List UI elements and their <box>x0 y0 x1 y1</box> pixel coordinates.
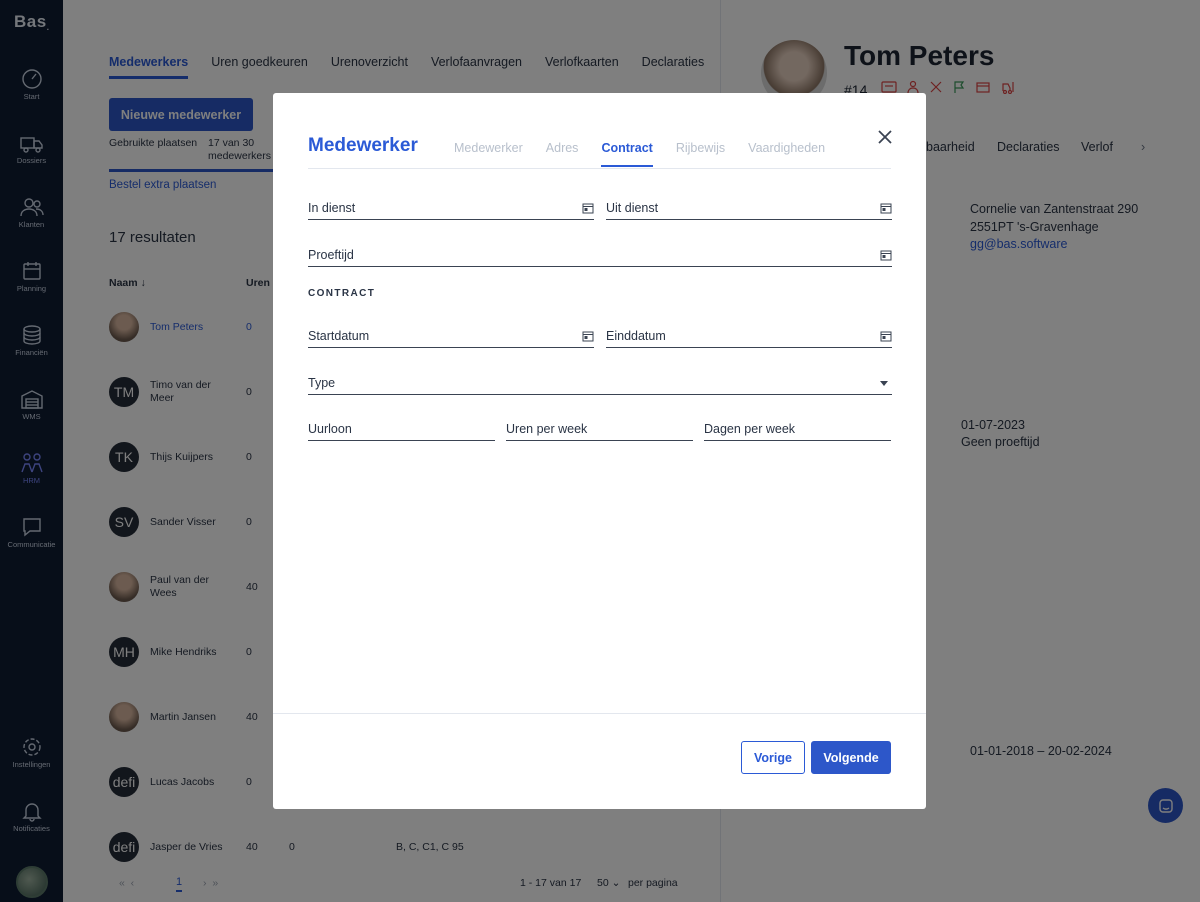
calendar-icon[interactable] <box>582 202 594 214</box>
calendar-icon[interactable] <box>582 330 594 342</box>
modal-tab-adres[interactable]: Adres <box>546 141 579 167</box>
uren-per-week-field[interactable]: Uren per week <box>506 419 693 441</box>
uit-dienst-field[interactable]: Uit dienst <box>606 198 892 220</box>
field-label: Einddatum <box>606 329 666 343</box>
caret-down-icon <box>880 381 888 386</box>
einddatum-field[interactable]: Einddatum <box>606 326 892 348</box>
modal-footer-divider <box>273 713 926 714</box>
close-icon <box>878 130 892 144</box>
startdatum-field[interactable]: Startdatum <box>308 326 594 348</box>
field-label: Proeftijd <box>308 248 354 262</box>
employee-modal: Medewerker Medewerker Adres Contract Rij… <box>273 93 926 809</box>
modal-tab-contract[interactable]: Contract <box>601 141 653 167</box>
field-label: Startdatum <box>308 329 370 343</box>
field-label: Dagen per week <box>704 422 796 436</box>
modal-title: Medewerker <box>308 135 418 156</box>
next-button[interactable]: Volgende <box>811 741 891 774</box>
close-button[interactable] <box>876 128 894 146</box>
modal-tab-vaardigheden[interactable]: Vaardigheden <box>748 141 825 167</box>
section-contract: CONTRACT <box>308 288 376 299</box>
type-select[interactable]: Type <box>308 373 892 395</box>
in-dienst-field[interactable]: In dienst <box>308 198 594 220</box>
modal-tab-rijbewijs[interactable]: Rijbewijs <box>676 141 725 167</box>
tabs-divider <box>308 168 891 169</box>
dagen-per-week-field[interactable]: Dagen per week <box>704 419 891 441</box>
calendar-icon[interactable] <box>880 249 892 261</box>
modal-tabs: Medewerker Adres Contract Rijbewijs Vaar… <box>454 141 825 167</box>
uurloon-field[interactable]: Uurloon <box>308 419 495 441</box>
field-label: Uren per week <box>506 422 588 436</box>
modal-tab-medewerker[interactable]: Medewerker <box>454 141 523 167</box>
field-label: In dienst <box>308 201 356 215</box>
calendar-icon[interactable] <box>880 330 892 342</box>
field-label: Uit dienst <box>606 201 659 215</box>
proeftijd-field[interactable]: Proeftijd <box>308 245 892 267</box>
field-label: Uurloon <box>308 422 352 436</box>
field-label: Type <box>308 376 336 390</box>
calendar-icon[interactable] <box>880 202 892 214</box>
previous-button[interactable]: Vorige <box>741 741 805 774</box>
